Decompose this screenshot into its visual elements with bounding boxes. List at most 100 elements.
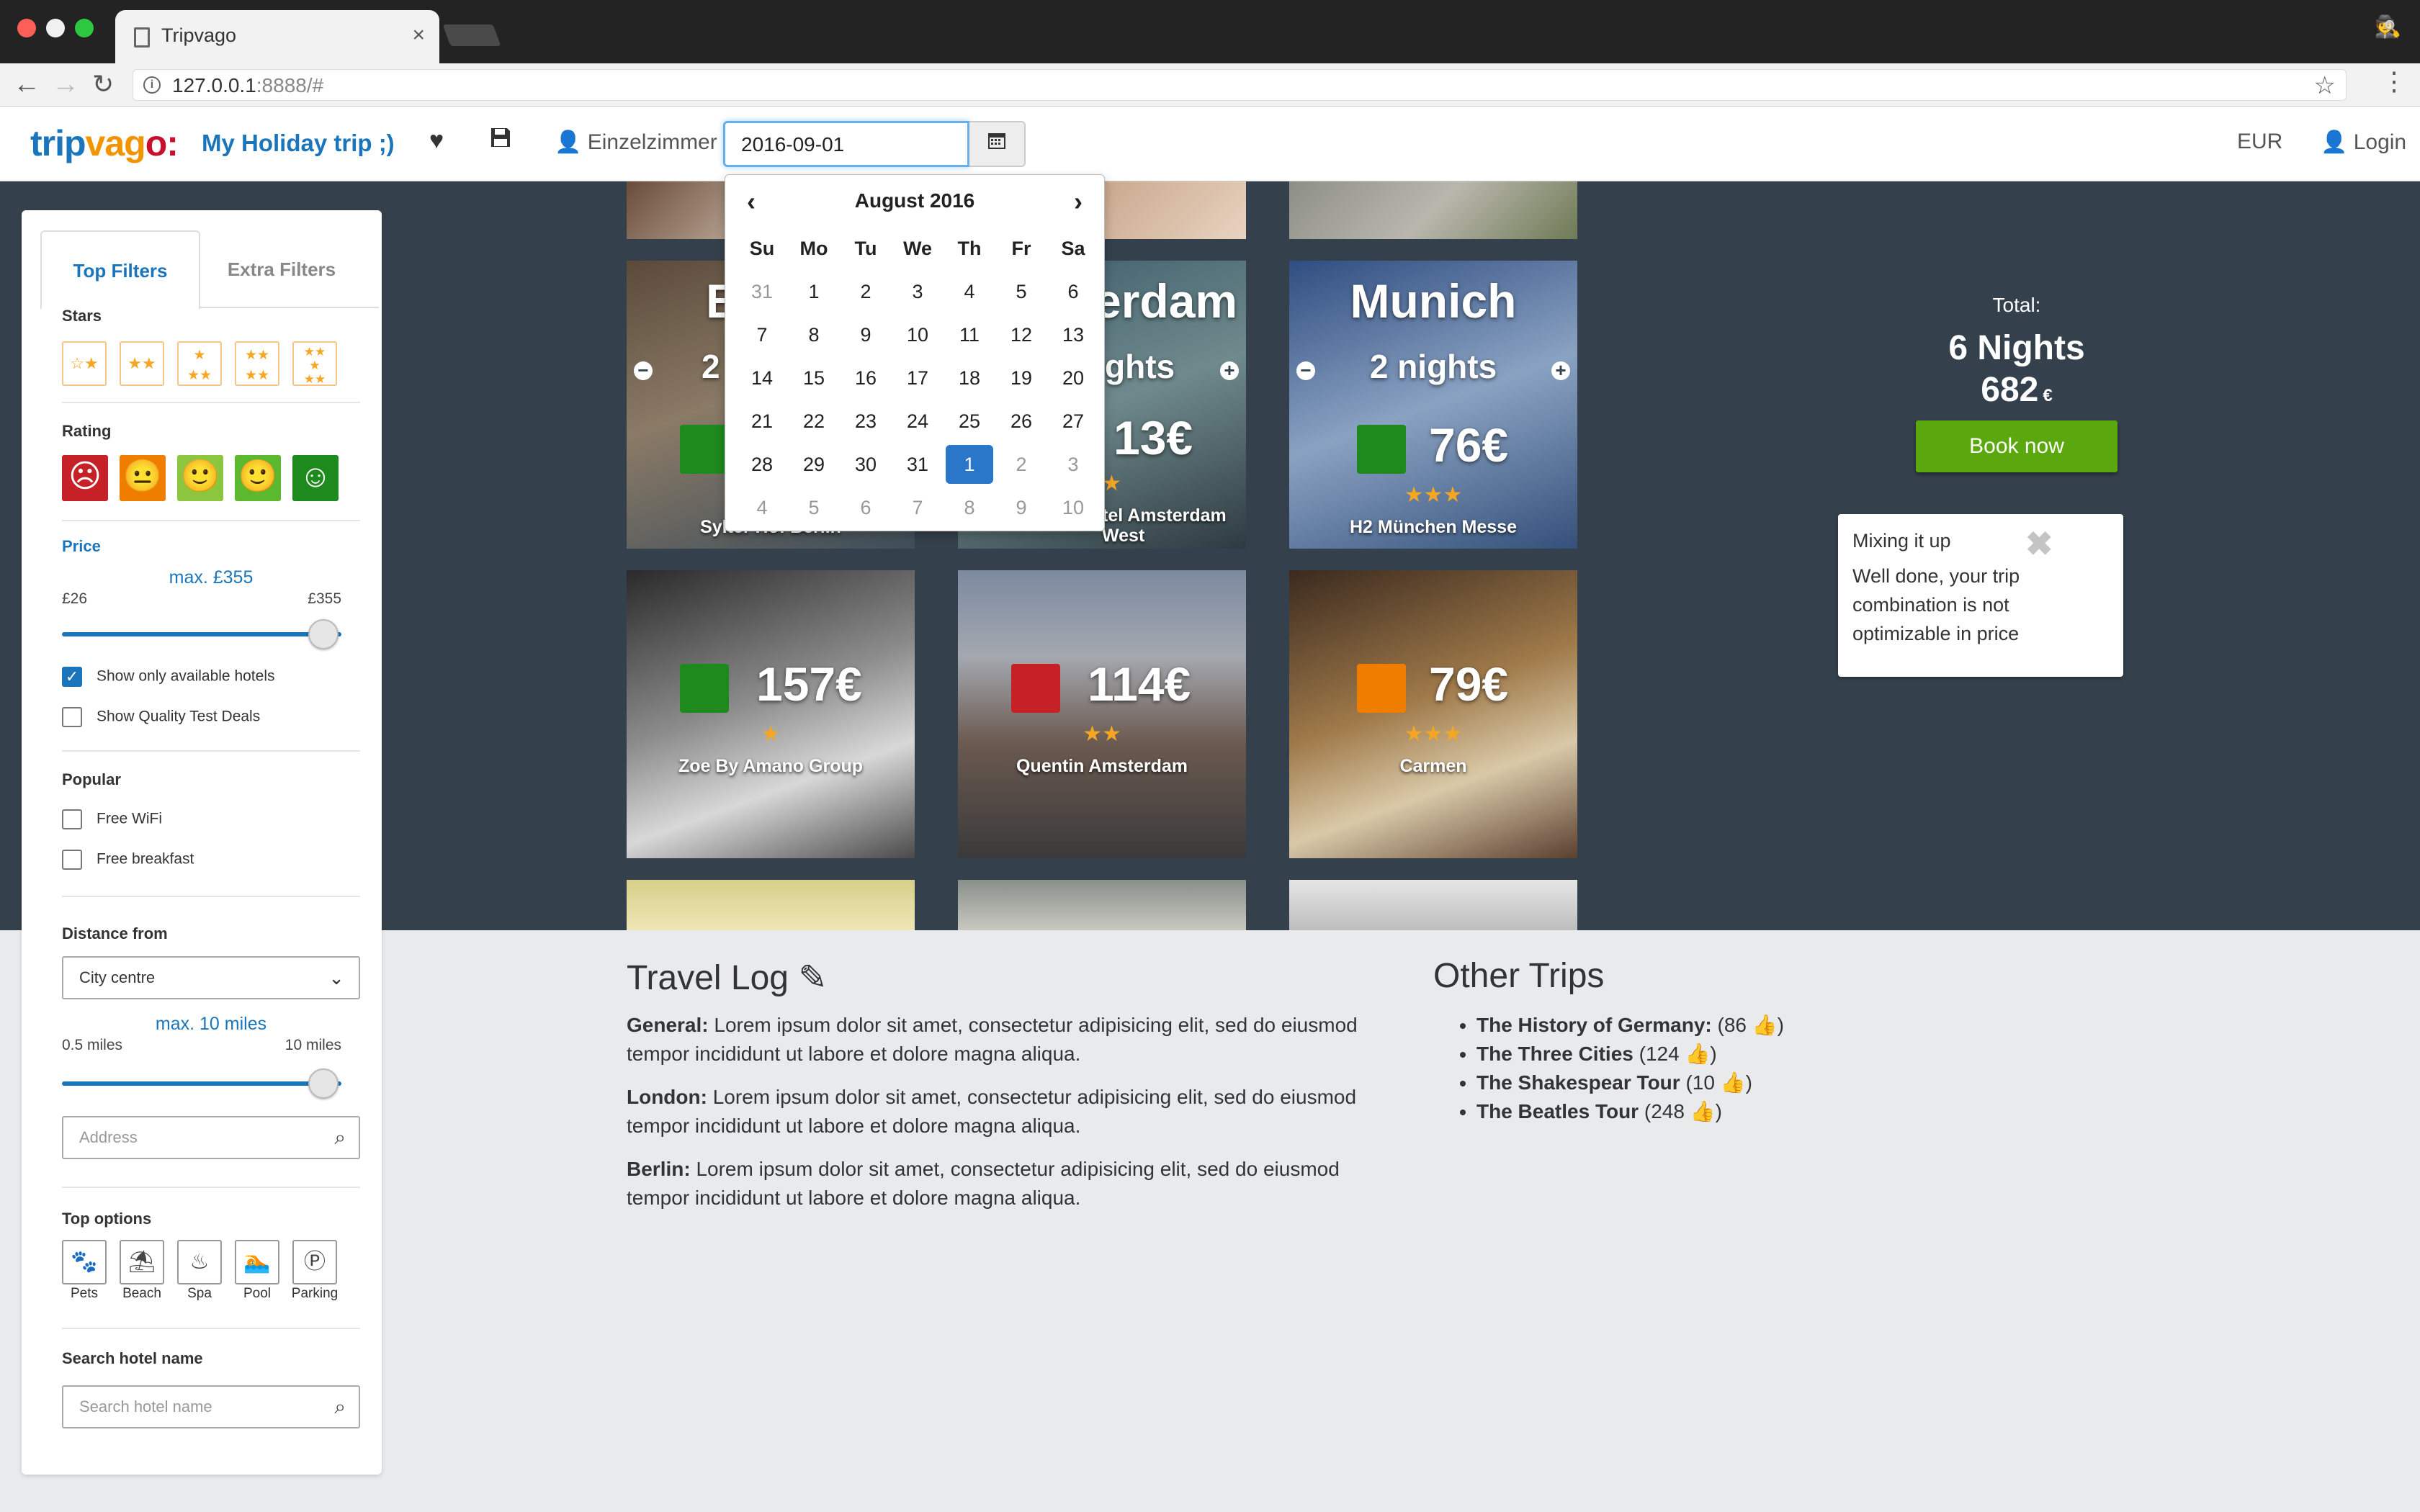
calendar-day[interactable]: 16 [841,356,891,400]
thumbs-up-icon[interactable]: 👍 [1752,1014,1778,1036]
calendar-day[interactable]: 31 [892,443,943,486]
spa-icon[interactable]: ♨ [177,1240,222,1284]
browser-menu-icon[interactable]: ⋮ [2381,66,2407,96]
add-night-button[interactable]: + [1551,361,1570,380]
calendar-day[interactable]: 3 [892,270,943,313]
checkbox[interactable] [62,809,82,829]
available-hotels-checkbox-row[interactable]: ✓ Show only available hotels [62,667,275,687]
new-tab-button[interactable] [442,24,501,46]
calendar-day[interactable]: 19 [996,356,1047,400]
calendar-day-selected[interactable]: 1 [946,445,993,484]
calendar-day[interactable]: 2 [841,270,891,313]
calendar-day[interactable]: 22 [789,400,839,443]
calendar-day[interactable]: 6 [1048,270,1098,313]
remove-night-button[interactable]: − [634,361,653,380]
tab-close-icon[interactable]: × [412,23,425,48]
rating-very-bad-face-icon[interactable]: ☹ [62,455,108,501]
reload-icon[interactable]: ↻ [92,68,114,101]
pool-icon[interactable]: 🏊 [235,1240,279,1284]
book-now-button[interactable]: Book now [1916,420,2118,472]
calendar-day[interactable]: 29 [789,443,839,486]
window-close-button[interactable] [17,19,36,37]
quality-deals-checkbox-row[interactable]: Show Quality Test Deals [62,707,260,727]
login-link[interactable]: 👤 Login [2321,130,2406,155]
tab-extra-filters[interactable]: Extra Filters [202,230,362,308]
calendar-day[interactable]: 12 [996,313,1047,356]
window-zoom-button[interactable] [75,19,94,37]
pencil-icon[interactable]: ✎ [798,959,827,997]
calendar-day[interactable]: 23 [841,400,891,443]
browser-tab[interactable]: Tripvago × [115,10,439,63]
star-filter-4[interactable]: ★★ ★★ [235,341,279,386]
currency-selector[interactable]: EUR [2237,130,2282,154]
calendar-day[interactable]: 7 [892,486,943,529]
rating-excellent-face-icon[interactable]: ☺ [292,455,339,501]
calendar-day[interactable]: 24 [892,400,943,443]
star-filter-1[interactable]: ☆★ [62,341,107,386]
calendar-day[interactable]: 7 [737,313,787,356]
trip-item[interactable]: The Beatles Tour (248 👍) [1476,1097,1784,1126]
distance-slider-track[interactable] [62,1081,341,1086]
parking-icon[interactable]: Ⓟ [292,1240,337,1284]
add-night-button[interactable]: + [1220,361,1239,380]
hotel-tile-munich[interactable]: Munich − 2 nights + 76€ ★★★ H2 München M… [1289,261,1577,549]
checkbox[interactable] [62,850,82,870]
calendar-day[interactable]: 17 [892,356,943,400]
star-filter-5[interactable]: ★★ ★ ★★ [292,341,337,386]
heart-icon[interactable]: ♥ [429,127,444,155]
address-bar[interactable]: i 127.0.0.1:8888/# ☆ [133,69,2347,101]
back-arrow-icon[interactable]: ← [13,68,40,101]
calendar-day[interactable]: 8 [944,486,995,529]
thumbs-up-icon[interactable]: 👍 [1721,1071,1746,1094]
distance-select[interactable]: City centre ⌄ [62,956,360,999]
distance-slider-handle[interactable] [308,1068,339,1099]
calendar-day[interactable]: 4 [944,270,995,313]
calendar-day[interactable]: 8 [789,313,839,356]
tab-top-filters[interactable]: Top Filters [40,230,200,310]
calendar-day[interactable]: 11 [944,313,995,356]
thumbs-up-icon[interactable]: 👍 [1690,1100,1716,1122]
calendar-day[interactable]: 10 [1048,486,1098,529]
thumbs-up-icon[interactable]: 👍 [1685,1043,1710,1065]
price-slider-track[interactable] [62,632,341,636]
calendar-day[interactable]: 5 [996,270,1047,313]
checkbox-checked[interactable]: ✓ [62,667,82,687]
rating-good-face-icon[interactable]: 🙂 [235,455,281,501]
forward-arrow-icon[interactable]: → [52,68,79,101]
calendar-day[interactable]: 1 [789,270,839,313]
trip-item[interactable]: The History of Germany: (86 👍) [1476,1011,1784,1040]
hotel-name-search-input[interactable]: Search hotel name ⌕ [62,1385,360,1428]
bookmark-star-icon[interactable]: ☆ [2314,71,2336,100]
close-icon[interactable]: ✖ [2025,524,2053,563]
calendar-day[interactable]: 9 [996,486,1047,529]
room-type-selector[interactable]: 👤 Einzelzimmer [555,130,717,155]
calendar-day[interactable]: 3 [1048,443,1098,486]
rating-ok-face-icon[interactable]: 🙂 [177,455,223,501]
address-input[interactable]: Address ⌕ [62,1116,360,1159]
star-filter-3[interactable]: ★ ★★ [177,341,222,386]
tripvago-logo[interactable]: tripvago: [30,122,179,164]
hotel-tile-partial[interactable] [1289,880,1577,930]
hotel-tile-partial[interactable] [958,880,1246,930]
free-breakfast-checkbox-row[interactable]: Free breakfast [62,850,194,870]
chevron-right-icon[interactable]: › [1074,186,1083,217]
hotel-tile-partial[interactable] [627,880,915,930]
calendar-day[interactable]: 5 [789,486,839,529]
hotel-tile-quentin[interactable]: 114€ ★★ Quentin Amsterdam [958,570,1246,858]
beach-icon[interactable]: ⛱ [120,1240,164,1284]
date-input[interactable]: 2016-09-01 [723,121,969,167]
calendar-day[interactable]: 9 [841,313,891,356]
calendar-day[interactable]: 4 [737,486,787,529]
paw-icon[interactable]: 🐾 [62,1240,107,1284]
calendar-day[interactable]: 13 [1048,313,1098,356]
price-slider-handle[interactable] [308,619,339,649]
calendar-day[interactable]: 31 [737,270,787,313]
free-wifi-checkbox-row[interactable]: Free WiFi [62,809,162,829]
hotel-tile-zoe[interactable]: 157€ ★ Zoe By Amano Group [627,570,915,858]
info-icon[interactable]: i [143,76,161,94]
hotel-tile-carmen[interactable]: 79€ ★★★ Carmen [1289,570,1577,858]
floppy-disk-icon[interactable] [490,127,511,155]
hotel-tile-partial[interactable] [1289,181,1577,239]
calendar-month-title[interactable]: August 2016 [725,189,1104,212]
rating-bad-face-icon[interactable]: 😐 [120,455,166,501]
